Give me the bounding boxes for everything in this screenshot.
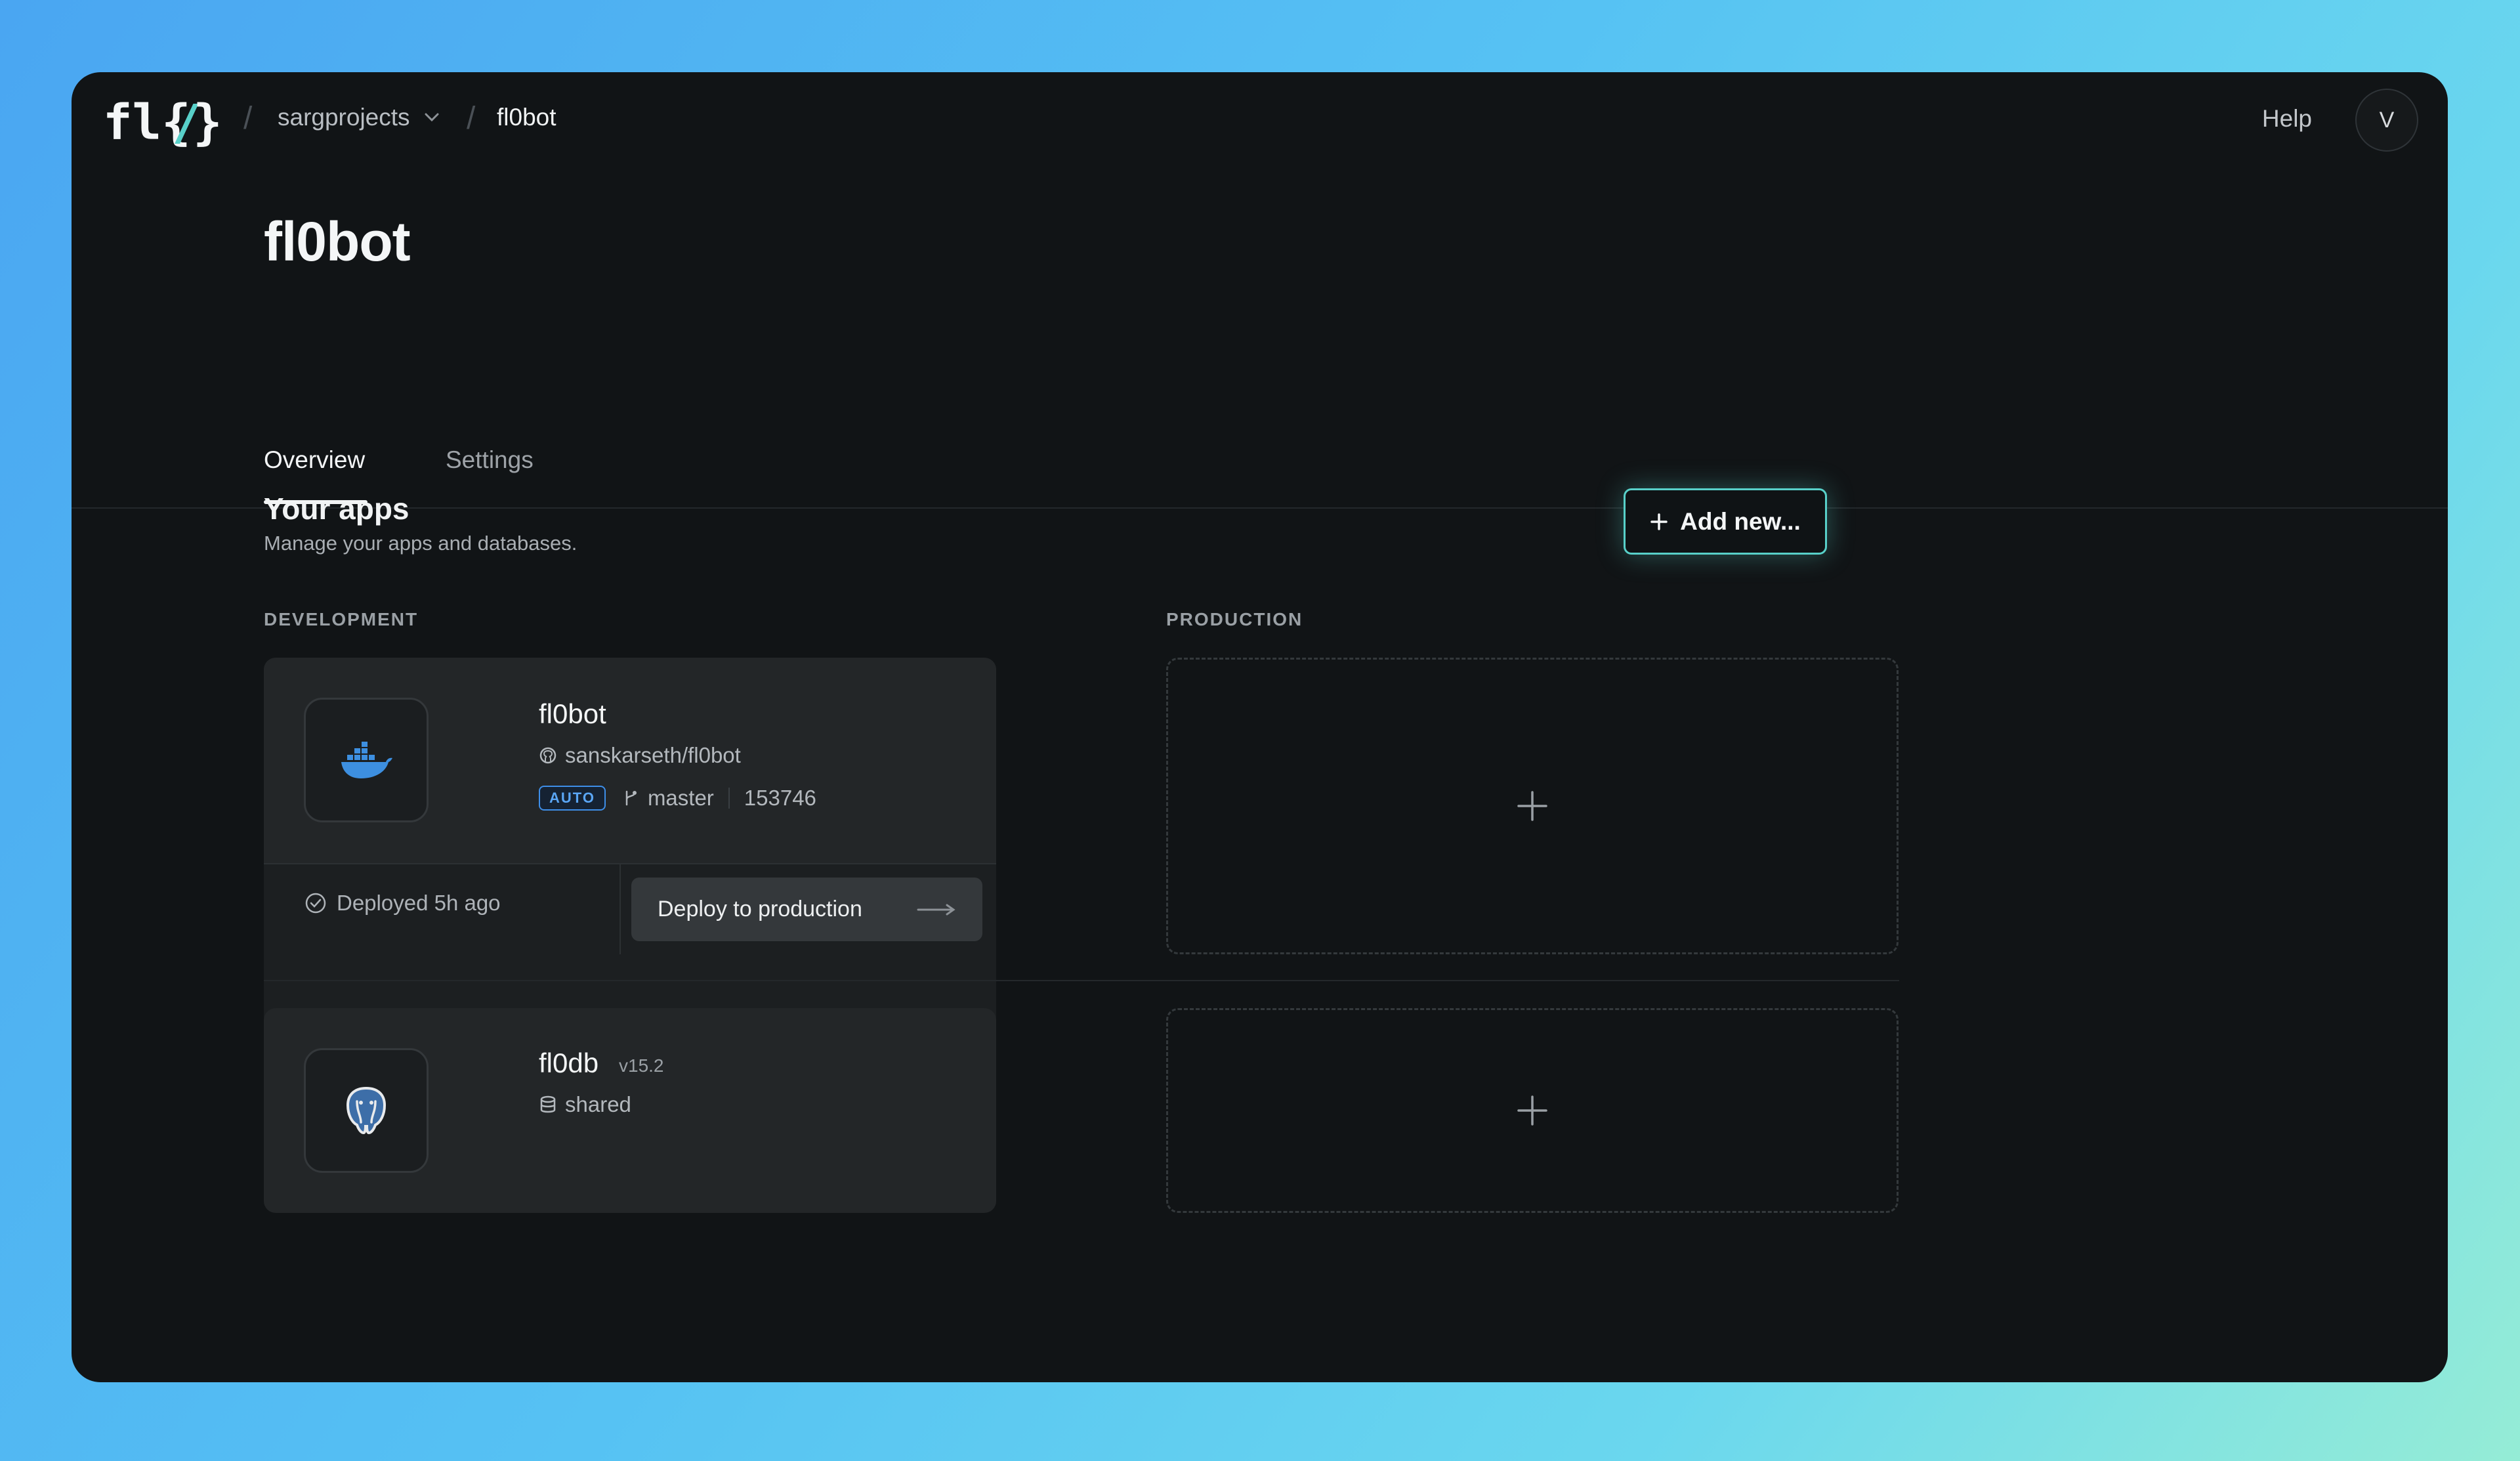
app-card-fl0bot[interactable]: fl0bot sanskarseth/fl0bot AUTO master 15… bbox=[264, 658, 996, 1027]
section-subtitle: Manage your apps and databases. bbox=[264, 532, 578, 555]
db-version: v15.2 bbox=[619, 1055, 664, 1076]
db-type: shared bbox=[565, 1092, 631, 1116]
db-type-line: shared bbox=[539, 1092, 631, 1117]
meta-divider bbox=[728, 788, 730, 809]
deploy-status-label: Deployed 5h ago bbox=[337, 891, 501, 915]
production-slot-fl0db[interactable] bbox=[1166, 1008, 1899, 1213]
auto-deploy-badge: AUTO bbox=[539, 786, 606, 811]
git-branch-icon bbox=[625, 790, 637, 806]
postgres-icon bbox=[304, 1048, 429, 1173]
top-bar: fl{ / } / sargprojects / fl0bot Help V bbox=[72, 72, 2448, 167]
arrow-right-icon bbox=[917, 904, 956, 915]
app-card-footer: Deployed 5h ago Deploy to production bbox=[264, 863, 996, 1027]
page-title: fl0bot bbox=[264, 211, 411, 272]
github-icon bbox=[539, 747, 556, 764]
tabs-divider bbox=[72, 507, 2448, 509]
deploy-status: Deployed 5h ago bbox=[304, 891, 501, 916]
deploy-button-label: Deploy to production bbox=[658, 897, 862, 921]
row-divider bbox=[264, 980, 1899, 981]
development-column-label: DEVELOPMENT bbox=[264, 609, 419, 629]
breadcrumb-org-label: sargprojects bbox=[278, 104, 410, 131]
production-column-label: PRODUCTION bbox=[1166, 609, 1303, 629]
app-card-fl0db[interactable]: fl0db v15.2 shared bbox=[264, 1008, 996, 1213]
chevron-down-icon bbox=[425, 113, 439, 122]
section-title: Your apps bbox=[264, 492, 410, 526]
plus-icon bbox=[1517, 791, 1547, 821]
database-icon bbox=[540, 1095, 556, 1113]
plus-icon bbox=[1517, 1095, 1547, 1126]
help-link[interactable]: Help bbox=[2262, 105, 2312, 133]
add-new-button[interactable]: Add new... bbox=[1624, 488, 1827, 555]
fl0-logo[interactable]: fl{ / } bbox=[103, 92, 221, 158]
plus-icon bbox=[1650, 513, 1668, 530]
db-name[interactable]: fl0db bbox=[539, 1048, 598, 1079]
breadcrumb-separator: / bbox=[467, 101, 476, 136]
production-slot-fl0bot[interactable] bbox=[1166, 658, 1899, 954]
tab-settings[interactable]: Settings bbox=[446, 446, 534, 474]
app-window: fl{ / } / sargprojects / fl0bot Help V f… bbox=[72, 72, 2448, 1382]
branch-name: master bbox=[647, 786, 714, 810]
tab-overview[interactable]: Overview bbox=[264, 446, 365, 474]
breadcrumb-project[interactable]: fl0bot bbox=[497, 104, 556, 131]
add-new-label: Add new... bbox=[1680, 507, 1801, 535]
app-name[interactable]: fl0bot bbox=[539, 698, 606, 730]
check-circle-icon bbox=[305, 893, 326, 914]
build-meta-line: AUTO master 153746 bbox=[539, 786, 816, 811]
repo-name: sanskarseth/fl0bot bbox=[565, 743, 741, 767]
repo-line[interactable]: sanskarseth/fl0bot bbox=[539, 743, 741, 768]
footer-separator bbox=[620, 864, 621, 954]
commit-id: 153746 bbox=[744, 786, 816, 810]
deploy-to-production-button[interactable]: Deploy to production bbox=[631, 878, 982, 941]
svg-text:}: } bbox=[193, 95, 221, 151]
user-avatar[interactable]: V bbox=[2355, 89, 2418, 152]
docker-icon bbox=[304, 698, 429, 822]
breadcrumb-org-switcher[interactable]: sargprojects bbox=[278, 104, 439, 131]
breadcrumb-separator: / bbox=[243, 101, 253, 136]
